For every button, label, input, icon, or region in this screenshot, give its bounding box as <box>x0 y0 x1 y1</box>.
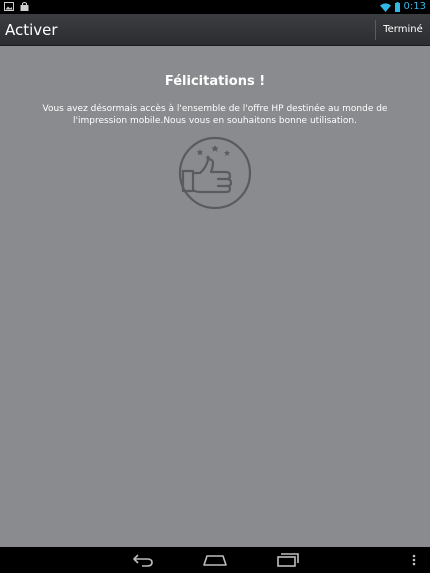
main-content: Félicitations ! Vous avez désormais accè… <box>0 46 430 547</box>
home-icon <box>203 555 227 566</box>
activation-message: Vous avez désormais accès à l'ensemble d… <box>42 104 388 126</box>
overflow-menu-button[interactable] <box>404 550 424 570</box>
back-icon <box>133 554 153 567</box>
home-button[interactable] <box>195 550 235 570</box>
screen: 0:13 Activer Terminé Félicitations ! Vou… <box>0 0 430 573</box>
image-notification-icon <box>4 2 14 11</box>
recent-apps-button[interactable] <box>268 550 308 570</box>
notification-icons <box>4 2 29 11</box>
done-button[interactable]: Terminé <box>376 14 430 46</box>
back-button[interactable] <box>123 550 163 570</box>
system-icons: 0:13 <box>379 0 426 14</box>
overflow-menu-icon <box>412 554 416 566</box>
store-notification-icon <box>20 2 29 11</box>
recent-apps-icon <box>277 553 299 567</box>
action-bar: Activer Terminé <box>0 14 430 46</box>
battery-icon <box>394 2 400 12</box>
wifi-icon <box>379 2 391 12</box>
congratulations-heading: Félicitations ! <box>164 74 266 89</box>
clock: 0:13 <box>403 1 426 12</box>
page-title: Activer <box>5 21 58 39</box>
thumbs-up-stars-icon <box>178 136 252 210</box>
navigation-bar <box>0 547 430 573</box>
status-bar: 0:13 <box>0 0 430 14</box>
